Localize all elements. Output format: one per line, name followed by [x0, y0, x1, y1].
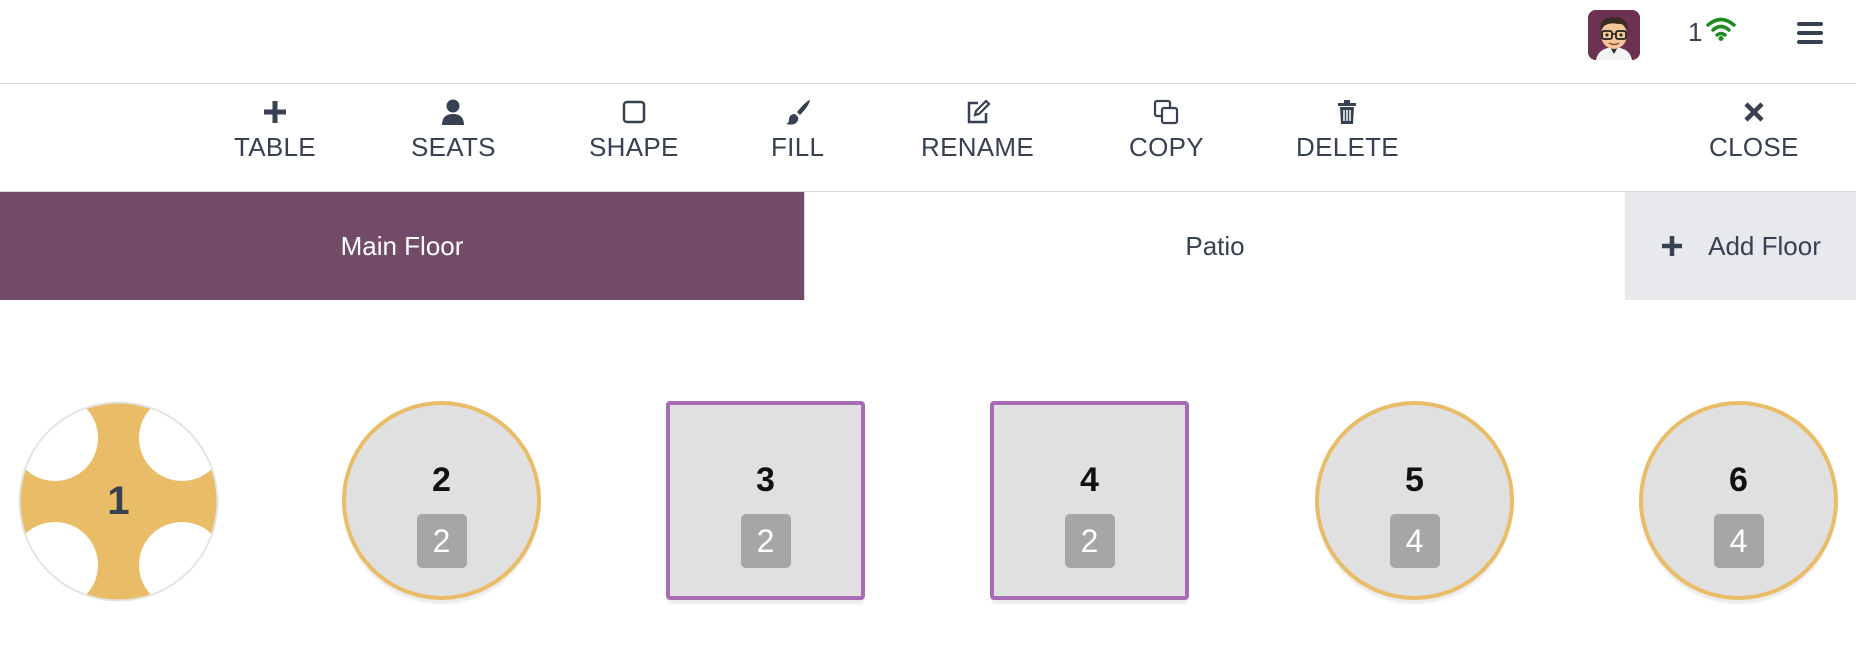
delete-label: DELETE: [1296, 132, 1399, 162]
copy-label: COPY: [1129, 132, 1204, 162]
floor-tab-patio[interactable]: Patio: [804, 192, 1625, 300]
add-table-label: TABLE: [234, 132, 316, 162]
add-floor-label: Add Floor: [1708, 230, 1821, 261]
connection-status[interactable]: 1: [1688, 16, 1737, 48]
table-number: 4: [1080, 461, 1099, 499]
table-number: 5: [1405, 461, 1424, 499]
floor-plan: 1 2 2 3 2 4 2 5 4 6 4: [0, 300, 1856, 646]
shape-button[interactable]: SHAPE: [589, 98, 679, 178]
copy-icon: [1154, 99, 1179, 125]
table-number: 2: [432, 461, 451, 499]
wifi-icon: [1706, 17, 1737, 48]
shape-label: SHAPE: [589, 132, 679, 162]
fill-label: FILL: [771, 132, 825, 162]
floor-edit-toolbar: TABLE SEATS SHAPE FILL RENAME COPY DELET…: [0, 84, 1856, 192]
seats-button[interactable]: SEATS: [411, 98, 496, 178]
paint-brush-icon: [785, 100, 810, 125]
floor-tabs: Main Floor Patio Add Floor: [0, 192, 1856, 300]
floor-tab-main[interactable]: Main Floor: [0, 192, 804, 300]
table-number: 6: [1729, 461, 1748, 499]
seats-label: SEATS: [411, 132, 496, 162]
add-table-button[interactable]: TABLE: [234, 98, 316, 178]
seat-count-badge: 4: [1389, 514, 1440, 568]
hamburger-menu-icon[interactable]: [1797, 22, 1823, 44]
user-avatar-icon[interactable]: [1588, 10, 1640, 60]
close-button[interactable]: CLOSE: [1709, 98, 1799, 178]
table-number: 1: [107, 479, 130, 523]
seat-count-badge: 4: [1713, 514, 1764, 568]
table-4[interactable]: 4 2: [990, 401, 1189, 600]
floor-tab-label: Main Floor: [340, 230, 464, 261]
user-icon: [442, 99, 465, 125]
close-label: CLOSE: [1709, 132, 1799, 162]
table-2[interactable]: 2 2: [342, 401, 541, 600]
copy-button[interactable]: COPY: [1129, 98, 1204, 178]
top-navbar: 1: [0, 0, 1856, 84]
table-number: 3: [756, 461, 775, 499]
seat-count-badge: 2: [416, 514, 467, 568]
seat-count-badge: 2: [740, 514, 791, 568]
table-6[interactable]: 6 4: [1639, 401, 1838, 600]
seat-count-badge: 2: [1064, 514, 1115, 568]
trash-icon: [1338, 100, 1357, 124]
table-1-selected[interactable]: 1: [18, 401, 219, 602]
rename-label: RENAME: [921, 132, 1035, 162]
floor-tab-label: Patio: [1185, 230, 1245, 261]
delete-button[interactable]: DELETE: [1296, 98, 1399, 178]
plus-icon: [1662, 236, 1683, 256]
table-5[interactable]: 5 4: [1315, 401, 1514, 600]
fill-button[interactable]: FILL: [771, 98, 824, 178]
connection-count: 1: [1688, 16, 1703, 47]
close-icon: [1744, 102, 1764, 122]
rename-button[interactable]: RENAME: [921, 98, 1034, 178]
table-3[interactable]: 3 2: [666, 401, 865, 600]
plus-icon: [263, 101, 286, 123]
add-floor-button[interactable]: Add Floor: [1625, 192, 1856, 300]
edit-icon: [967, 99, 991, 124]
square-icon: [622, 100, 646, 124]
